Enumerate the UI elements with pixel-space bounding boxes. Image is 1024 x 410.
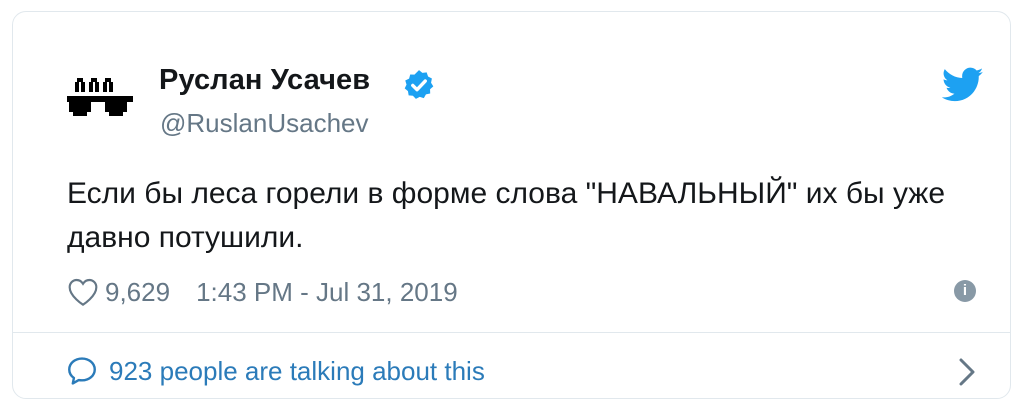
author-handle[interactable]: @RuslanUsachev — [160, 108, 368, 139]
conversation-link[interactable]: 923 people are talking about this — [65, 354, 485, 388]
twitter-bird-icon[interactable] — [942, 67, 984, 103]
divider — [13, 332, 1010, 333]
info-icon[interactable]: i — [954, 280, 976, 302]
timestamp[interactable]: 1:43 PM - Jul 31, 2019 — [196, 277, 458, 308]
conversation-label: 923 people are talking about this — [109, 355, 485, 386]
like-count[interactable]: 9,629 — [105, 277, 170, 308]
tweet-card: Руслан Усачев @RuslanUsachev Если бы лес… — [12, 11, 1011, 399]
chevron-right-icon[interactable] — [956, 357, 978, 387]
verified-badge-icon — [404, 70, 434, 99]
tweet-meta: 9,629 1:43 PM - Jul 31, 2019 — [67, 276, 458, 308]
speech-bubble-icon — [68, 357, 96, 385]
avatar[interactable] — [65, 72, 135, 124]
heart-icon[interactable] — [67, 277, 99, 307]
tweet-text: Если бы леса горели в форме слова "НАВАЛ… — [67, 177, 946, 254]
author-display-name[interactable]: Руслан Усачев — [159, 64, 370, 97]
